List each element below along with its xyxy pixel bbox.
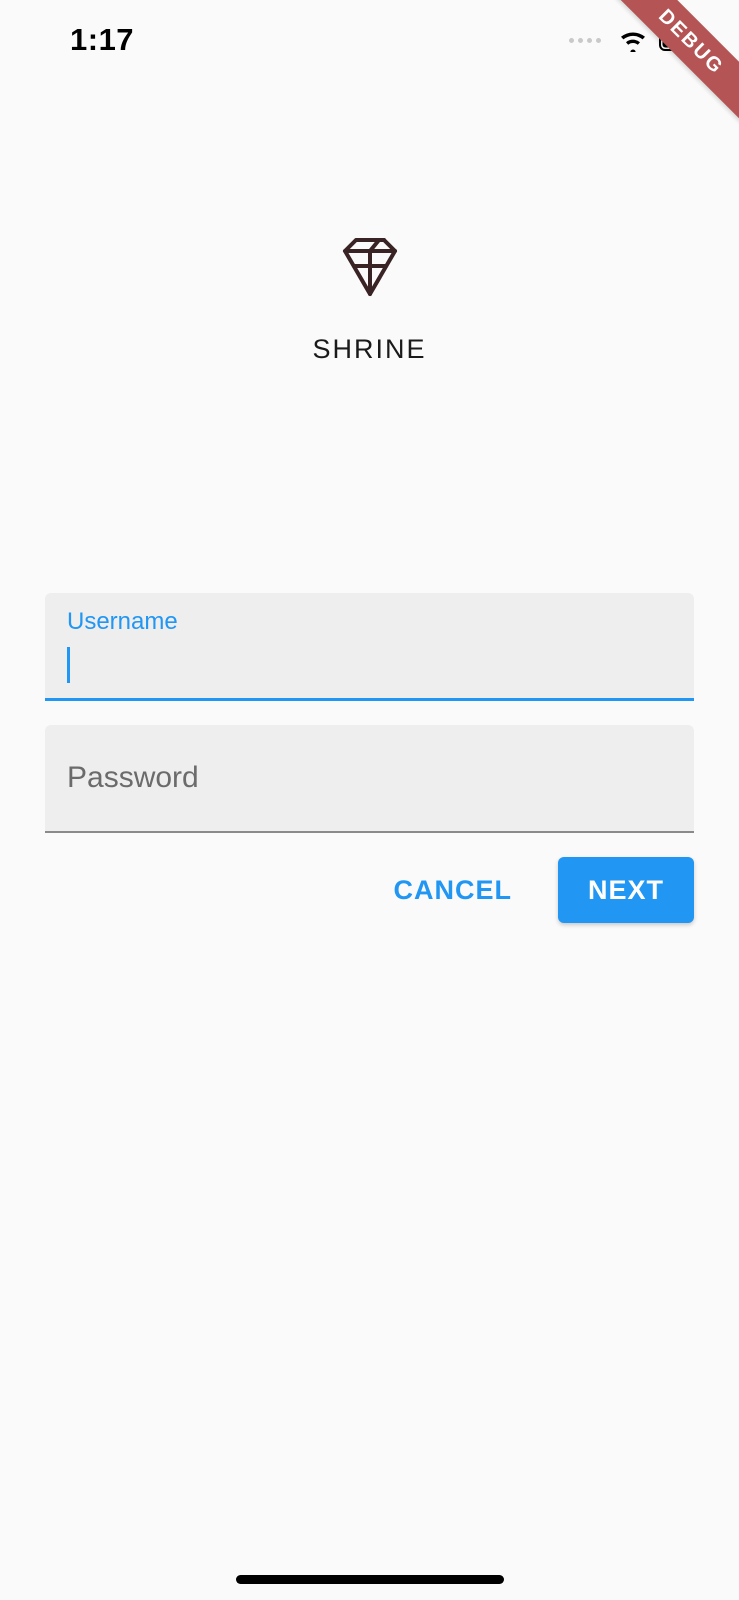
home-indicator: [236, 1575, 504, 1584]
username-input[interactable]: [67, 640, 672, 680]
diamond-icon: [339, 236, 401, 298]
cancel-button[interactable]: CANCEL: [363, 857, 542, 923]
login-screen: SHRINE Username Password CANCEL NEXT: [0, 0, 739, 923]
password-label: Password: [67, 761, 199, 795]
password-field[interactable]: Password: [45, 725, 694, 833]
button-bar: CANCEL NEXT: [45, 857, 694, 923]
logo-block: SHRINE: [45, 236, 694, 365]
text-caret: [67, 647, 70, 683]
app-name: SHRINE: [312, 334, 426, 365]
next-button[interactable]: NEXT: [558, 857, 694, 923]
username-field[interactable]: Username: [45, 593, 694, 701]
username-label: Username: [67, 608, 178, 636]
